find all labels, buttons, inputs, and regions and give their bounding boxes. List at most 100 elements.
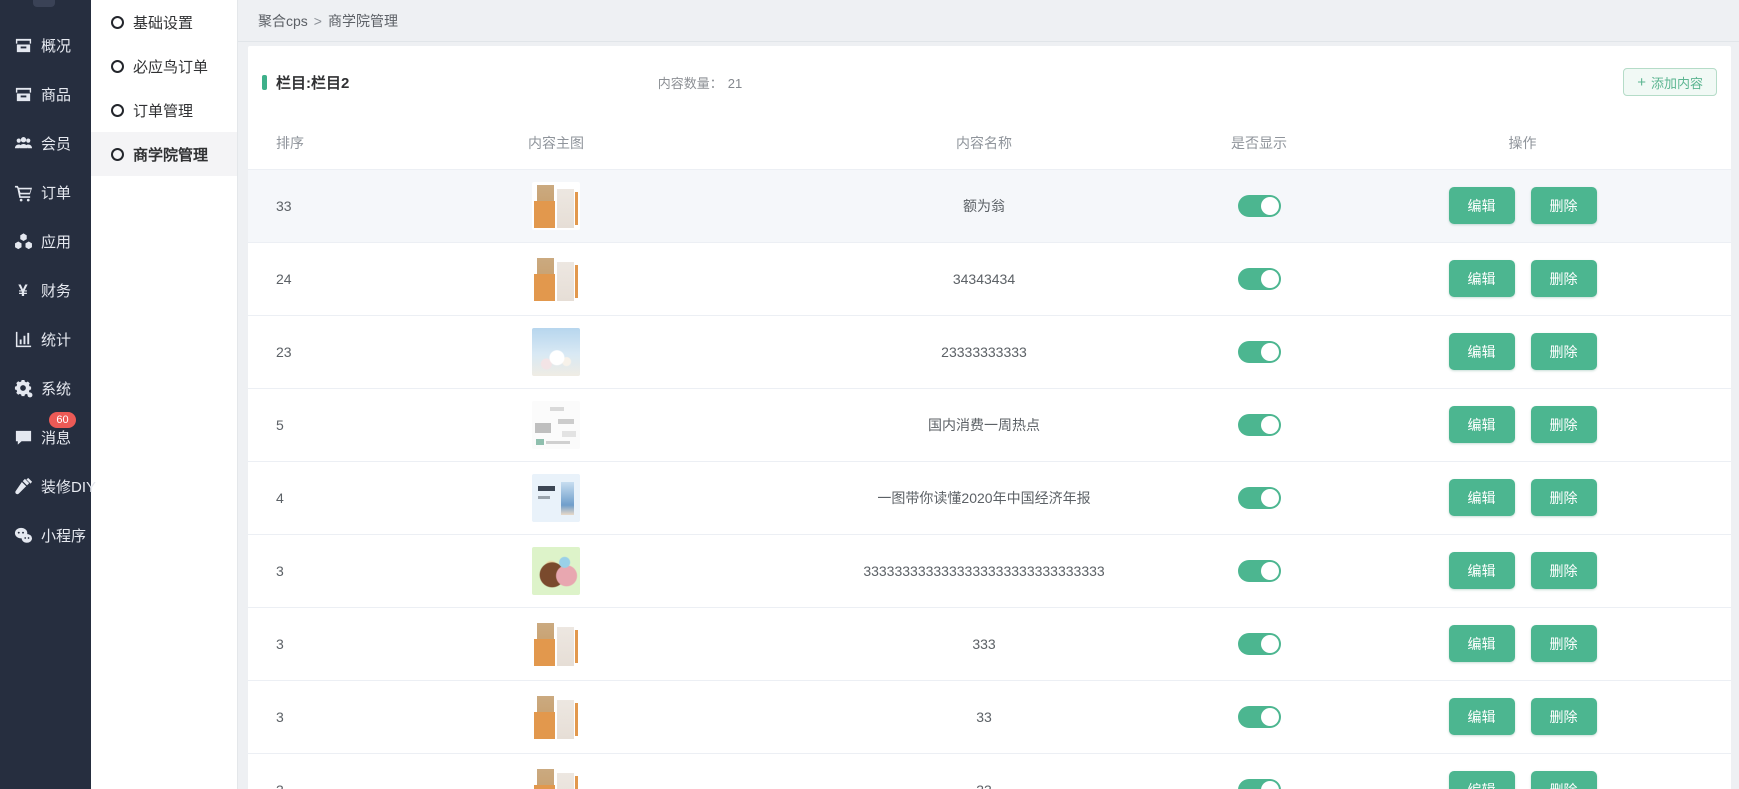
visibility-toggle[interactable] — [1238, 414, 1281, 436]
submenu-item[interactable]: 订单管理 — [91, 88, 237, 132]
visibility-toggle[interactable] — [1238, 779, 1281, 789]
add-content-button[interactable]: + 添加内容 — [1623, 68, 1717, 96]
edit-button[interactable]: 编辑 — [1449, 625, 1515, 662]
visibility-toggle[interactable] — [1238, 633, 1281, 655]
toggle-knob — [1261, 489, 1279, 507]
table-row: 2323333333333编辑删除 — [248, 315, 1731, 388]
submenu-item[interactable]: 商学院管理 — [91, 132, 237, 176]
radio-circle-icon — [111, 16, 124, 29]
sidebar-item[interactable]: 系统 — [0, 364, 91, 413]
table-row: 333编辑删除 — [248, 753, 1731, 789]
radio-circle-icon — [111, 148, 124, 161]
visibility-toggle[interactable] — [1238, 268, 1281, 290]
cell-actions: 编辑删除 — [1314, 680, 1731, 753]
cell-visible — [1204, 534, 1314, 607]
content-count-value: 21 — [728, 76, 742, 91]
cell-sort: 3 — [248, 680, 348, 753]
edit-button[interactable]: 编辑 — [1449, 333, 1515, 370]
edit-button[interactable]: 编辑 — [1449, 479, 1515, 516]
cell-thumbnail — [348, 753, 764, 789]
breadcrumb-link-root[interactable]: 聚合cps — [258, 13, 308, 29]
toggle-knob — [1261, 197, 1279, 215]
delete-button[interactable]: 删除 — [1531, 771, 1597, 789]
table-row: 33333333333333333333333333333333编辑删除 — [248, 534, 1731, 607]
edit-button[interactable]: 编辑 — [1449, 260, 1515, 297]
cell-sort: 3 — [248, 534, 348, 607]
delete-button[interactable]: 删除 — [1531, 260, 1597, 297]
logo — [33, 0, 55, 7]
title-marker — [262, 75, 267, 90]
sidebar-item[interactable]: 订单 — [0, 168, 91, 217]
sidebar-item-label: 统计 — [41, 329, 71, 350]
submenu-item-label: 基础设置 — [133, 12, 193, 33]
content-area: 栏目:栏目2 内容数量：21 + 添加内容 排序 内容主图 — [238, 42, 1739, 789]
edit-button[interactable]: 编辑 — [1449, 698, 1515, 735]
toggle-knob — [1261, 562, 1279, 580]
cell-thumbnail — [348, 680, 764, 753]
cell-visible — [1204, 315, 1314, 388]
cell-actions: 编辑删除 — [1314, 388, 1731, 461]
sidebar-item-label: 订单 — [41, 182, 71, 203]
delete-button[interactable]: 删除 — [1531, 479, 1597, 516]
delete-button[interactable]: 删除 — [1531, 406, 1597, 443]
plus-icon: + — [1637, 75, 1646, 90]
cell-visible — [1204, 169, 1314, 242]
page-title: 栏目:栏目2 — [276, 72, 349, 93]
delete-button[interactable]: 删除 — [1531, 333, 1597, 370]
members-icon — [13, 134, 33, 154]
sidebar-item[interactable]: 商品 — [0, 70, 91, 119]
cell-visible — [1204, 680, 1314, 753]
cell-name: 33 — [764, 680, 1204, 753]
cell-name: 333 — [764, 607, 1204, 680]
header-actions: 操作 — [1314, 118, 1731, 169]
visibility-toggle[interactable] — [1238, 341, 1281, 363]
delete-button[interactable]: 删除 — [1531, 187, 1597, 224]
cell-name: 34343434 — [764, 242, 1204, 315]
cell-actions: 编辑删除 — [1314, 753, 1731, 789]
cell-visible — [1204, 242, 1314, 315]
cell-actions: 编辑删除 — [1314, 607, 1731, 680]
sidebar-item[interactable]: 会员 — [0, 119, 91, 168]
sidebar-item[interactable]: 应用 — [0, 217, 91, 266]
cell-thumbnail — [348, 607, 764, 680]
sidebar-item[interactable]: ¥财务 — [0, 266, 91, 315]
visibility-toggle[interactable] — [1238, 195, 1281, 217]
cell-name: 国内消费一周热点 — [764, 388, 1204, 461]
cell-sort: 5 — [248, 388, 348, 461]
apps-icon — [13, 232, 33, 252]
radio-circle-icon — [111, 104, 124, 117]
content-table: 排序 内容主图 内容名称 是否显示 操作 33额为翁编辑删除2434343434… — [248, 118, 1731, 789]
sidebar-item[interactable]: 小程序 — [0, 511, 91, 560]
visibility-toggle[interactable] — [1238, 560, 1281, 582]
visibility-toggle[interactable] — [1238, 706, 1281, 728]
sidebar-item-label: 系统 — [41, 378, 71, 399]
breadcrumb-current: 商学院管理 — [328, 13, 398, 29]
breadcrumb-separator: > — [314, 13, 322, 29]
edit-button[interactable]: 编辑 — [1449, 771, 1515, 789]
sidebar-item-label: 商品 — [41, 84, 71, 105]
cell-name: 33 — [764, 753, 1204, 789]
content-card: 栏目:栏目2 内容数量：21 + 添加内容 排序 内容主图 — [248, 46, 1731, 789]
delete-button[interactable]: 删除 — [1531, 625, 1597, 662]
sidebar-item[interactable]: 概况 — [0, 21, 91, 70]
submenu-item[interactable]: 基础设置 — [91, 0, 237, 44]
sidebar-item-label: 消息 — [41, 427, 71, 448]
edit-button[interactable]: 编辑 — [1449, 187, 1515, 224]
visibility-toggle[interactable] — [1238, 487, 1281, 509]
cell-thumbnail — [348, 388, 764, 461]
cell-actions: 编辑删除 — [1314, 534, 1731, 607]
thumbnail-image — [532, 693, 580, 741]
delete-button[interactable]: 删除 — [1531, 698, 1597, 735]
delete-button[interactable]: 删除 — [1531, 552, 1597, 589]
table-row: 3333编辑删除 — [248, 607, 1731, 680]
sidebar-nav: 概况商品会员订单应用¥财务统计系统消息60装修DIY小程序 — [0, 0, 91, 560]
sidebar-item[interactable]: 消息60 — [0, 413, 91, 462]
sidebar-item[interactable]: 统计 — [0, 315, 91, 364]
table-row: 33额为翁编辑删除 — [248, 169, 1731, 242]
submenu-item[interactable]: 必应鸟订单 — [91, 44, 237, 88]
cell-visible — [1204, 607, 1314, 680]
edit-button[interactable]: 编辑 — [1449, 552, 1515, 589]
edit-button[interactable]: 编辑 — [1449, 406, 1515, 443]
sidebar-item[interactable]: 装修DIY — [0, 462, 91, 511]
submenu-item-label: 订单管理 — [133, 100, 193, 121]
